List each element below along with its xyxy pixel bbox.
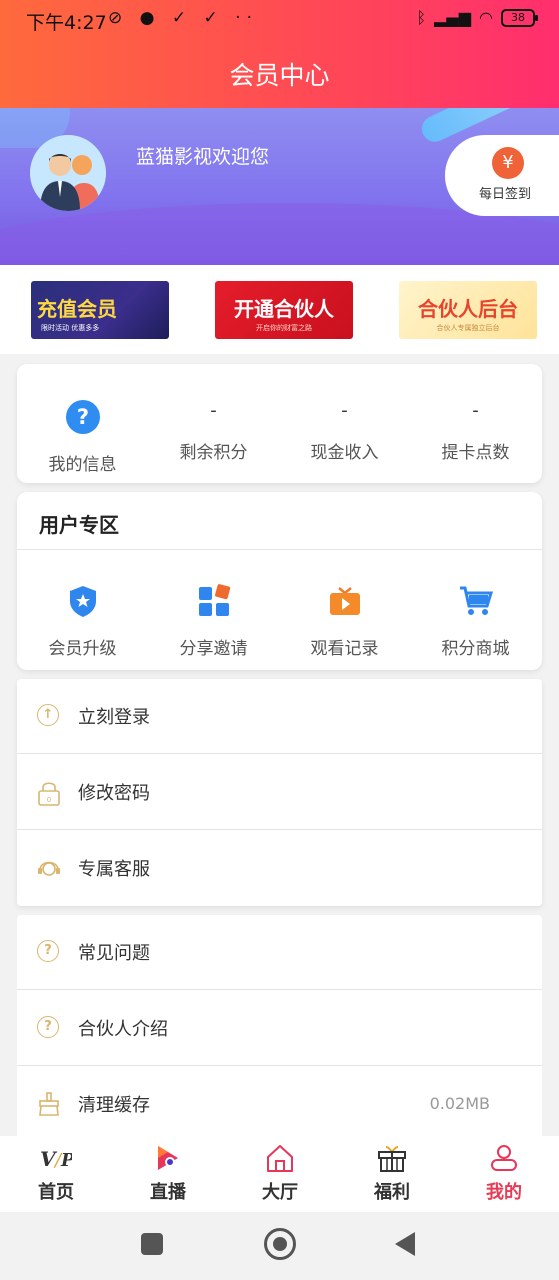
login-icon: ↑ bbox=[37, 704, 61, 728]
stat-label: 提卡点数 bbox=[441, 443, 510, 463]
signal-icon: ▂▄▆ bbox=[434, 8, 472, 27]
status-time: 下午4:27 bbox=[26, 12, 107, 34]
question-icon: ? bbox=[66, 400, 100, 434]
yen-icon: ¥ bbox=[492, 147, 524, 179]
lock-icon: 0 bbox=[37, 780, 61, 806]
tv-play-icon bbox=[328, 584, 362, 618]
menu-item-change-password[interactable]: 0 修改密码 bbox=[17, 755, 542, 830]
status-bar: 下午4:27 ⊘ ● ✓ ✓ ·· ᛒ ▂▄▆ ◠ 38 bbox=[0, 0, 559, 40]
home-button[interactable] bbox=[264, 1228, 296, 1260]
question-circle-icon: ? bbox=[37, 1016, 61, 1040]
zone-item-points-mall[interactable]: 积分商城 bbox=[410, 584, 541, 659]
stat-remaining-points[interactable]: - 剩余积分 bbox=[148, 364, 279, 483]
tab-welfare[interactable]: 福利 bbox=[336, 1136, 448, 1212]
promo-open-partner[interactable]: 开通合伙人 开启你的财富之路 bbox=[215, 281, 353, 339]
cache-size: 0.02MB bbox=[429, 1094, 490, 1113]
promo-recharge-vip[interactable]: 充值会员 限时活动 优惠多多 bbox=[31, 281, 169, 339]
divider bbox=[17, 549, 542, 550]
gift-icon bbox=[376, 1144, 408, 1172]
page-title: 会员中心 bbox=[229, 61, 330, 90]
tab-label: 我的 bbox=[486, 1182, 522, 1203]
stat-value: - bbox=[210, 400, 217, 421]
menu-item-label: 专属客服 bbox=[78, 859, 150, 880]
stat-card-points[interactable]: - 提卡点数 bbox=[410, 364, 541, 483]
zone-item-watch-history[interactable]: 观看记录 bbox=[279, 584, 410, 659]
menu-item-label: 清理缓存 bbox=[78, 1095, 150, 1116]
stat-value: - bbox=[472, 400, 479, 421]
tab-label: 首页 bbox=[38, 1182, 74, 1203]
welcome-text: 蓝猫影视欢迎您 bbox=[136, 146, 270, 168]
promo-partner-backend[interactable]: 合伙人后台 合伙人专属独立后台 bbox=[399, 281, 537, 339]
svg-text:0: 0 bbox=[47, 796, 51, 804]
stat-label: 我的信息 bbox=[48, 455, 117, 475]
cart-icon bbox=[459, 584, 493, 618]
menu-item-label: 常见问题 bbox=[78, 943, 150, 964]
promo-strip: 充值会员 限时活动 优惠多多 开通合伙人 开启你的财富之路 合伙人后台 合伙人专… bbox=[0, 265, 559, 354]
notification-icons: ⊘ ● ✓ ✓ ·· bbox=[108, 8, 258, 28]
svg-text:P: P bbox=[60, 1150, 72, 1171]
promo-title: 合伙人后台 bbox=[418, 297, 518, 321]
recents-button[interactable] bbox=[141, 1233, 163, 1255]
tab-label: 福利 bbox=[374, 1182, 410, 1203]
zone-item-share-invite[interactable]: 分享邀请 bbox=[148, 584, 279, 659]
tab-label: 大厅 bbox=[262, 1182, 298, 1203]
signin-label: 每日签到 bbox=[479, 187, 532, 202]
tab-hall[interactable]: 大厅 bbox=[224, 1136, 336, 1212]
live-play-icon bbox=[152, 1144, 184, 1172]
stat-value: - bbox=[341, 400, 348, 421]
section-title: 用户专区 bbox=[39, 513, 119, 537]
bottom-tab-bar: V/P 首页 直播 大厅 福利 我的 bbox=[0, 1136, 559, 1212]
headset-icon bbox=[37, 856, 61, 880]
stat-cash-income[interactable]: - 现金收入 bbox=[279, 364, 410, 483]
tab-label: 直播 bbox=[150, 1182, 186, 1203]
zone-item-label: 观看记录 bbox=[310, 639, 379, 659]
tab-live[interactable]: 直播 bbox=[112, 1136, 224, 1212]
vip-icon: V/P bbox=[40, 1144, 75, 1172]
wifi-icon: ◠ bbox=[479, 8, 493, 27]
shield-star-icon bbox=[66, 584, 100, 618]
battery-icon: 38 bbox=[501, 8, 538, 27]
menu-group-account: ↑ 立刻登录 0 修改密码 专属客服 bbox=[17, 679, 542, 906]
back-button[interactable] bbox=[395, 1232, 415, 1256]
promo-subtitle: 限时活动 优惠多多 bbox=[41, 324, 100, 332]
tab-home[interactable]: V/P 首页 bbox=[0, 1136, 112, 1212]
zone-item-vip-upgrade[interactable]: 会员升级 bbox=[17, 584, 148, 659]
home-icon bbox=[264, 1144, 296, 1172]
tab-mine[interactable]: 我的 bbox=[448, 1136, 559, 1212]
zone-item-label: 分享邀请 bbox=[179, 639, 248, 659]
daily-signin-button[interactable]: ¥ 每日签到 bbox=[445, 135, 559, 216]
system-nav-bar bbox=[0, 1212, 559, 1280]
broom-icon bbox=[37, 1092, 61, 1116]
stat-label: 现金收入 bbox=[310, 443, 379, 463]
zone-item-label: 会员升级 bbox=[48, 639, 117, 659]
menu-item-customer-service[interactable]: 专属客服 bbox=[17, 831, 542, 906]
header-bar: 下午4:27 ⊘ ● ✓ ✓ ·· ᛒ ▂▄▆ ◠ 38 会员中心 bbox=[0, 0, 559, 108]
user-icon bbox=[488, 1144, 520, 1172]
menu-item-clear-cache[interactable]: 清理缓存 0.02MB bbox=[17, 1067, 542, 1142]
promo-subtitle: 开启你的财富之路 bbox=[256, 324, 312, 332]
menu-item-login[interactable]: ↑ 立刻登录 bbox=[17, 679, 542, 754]
stats-card: ? 我的信息 - 剩余积分 - 现金收入 - 提卡点数 bbox=[17, 364, 542, 483]
grid-share-icon bbox=[197, 584, 231, 618]
menu-item-label: 修改密码 bbox=[78, 783, 150, 804]
stat-label: 剩余积分 bbox=[179, 443, 248, 463]
status-right: ᛒ ▂▄▆ ◠ 38 bbox=[416, 8, 538, 27]
zone-item-label: 积分商城 bbox=[441, 639, 510, 659]
menu-item-label: 合伙人介绍 bbox=[78, 1019, 168, 1040]
bluetooth-icon: ᛒ bbox=[416, 8, 427, 27]
avatar[interactable] bbox=[30, 135, 106, 211]
menu-item-partner-intro[interactable]: ? 合伙人介绍 bbox=[17, 991, 542, 1066]
stat-my-info[interactable]: ? 我的信息 bbox=[17, 364, 148, 483]
promo-title: 充值会员 bbox=[37, 297, 117, 321]
user-zone-card: 用户专区 会员升级 分享邀请 观看记录 积分商城 bbox=[17, 492, 542, 670]
menu-item-label: 立刻登录 bbox=[78, 707, 150, 728]
question-circle-icon: ? bbox=[37, 940, 61, 964]
promo-title: 开通合伙人 bbox=[234, 297, 334, 321]
menu-item-faq[interactable]: ? 常见问题 bbox=[17, 915, 542, 990]
promo-subtitle: 合伙人专属独立后台 bbox=[436, 324, 500, 332]
menu-group-help: ? 常见问题 ? 合伙人介绍 清理缓存 0.02MB bbox=[17, 915, 542, 1136]
